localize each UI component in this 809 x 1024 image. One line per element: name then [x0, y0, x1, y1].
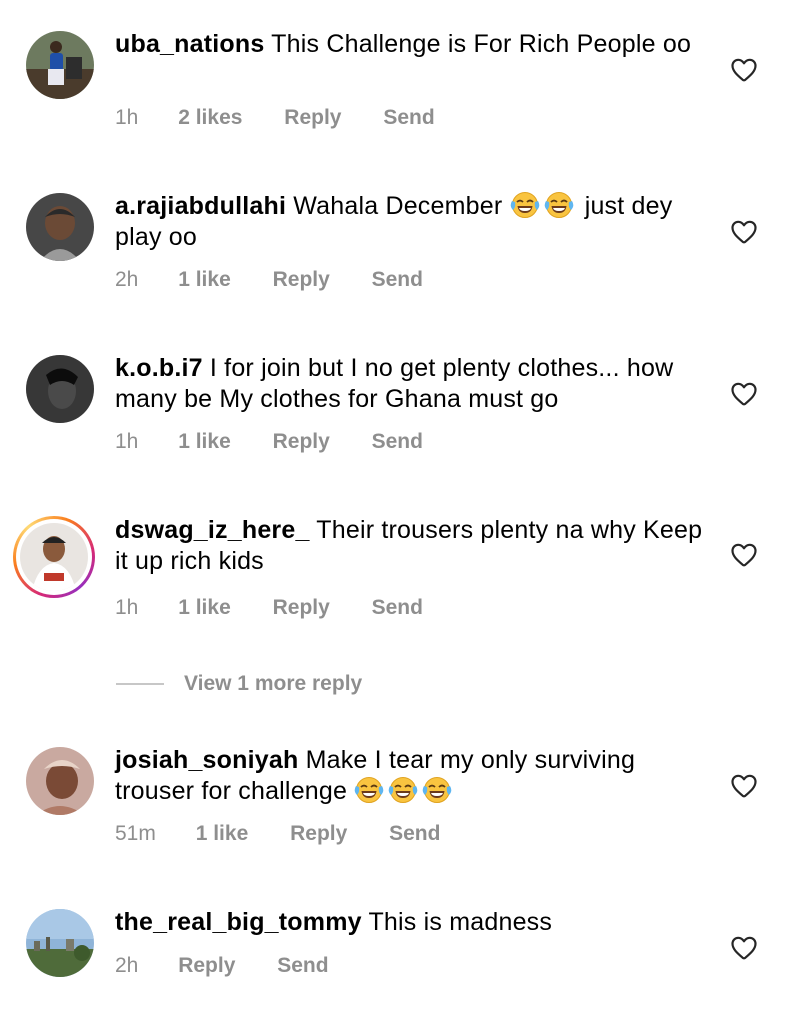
- avatar-with-story-ring[interactable]: [13, 516, 95, 598]
- comment-text: josiah_soniyah Make I tear my only survi…: [115, 745, 705, 807]
- comment-likes[interactable]: 1 like: [178, 268, 231, 291]
- heart-outline-icon[interactable]: [731, 774, 757, 798]
- comment-likes[interactable]: 1 like: [178, 430, 231, 453]
- avatar-image: [26, 31, 94, 99]
- avatar-image: [26, 355, 94, 423]
- comment-time: 1h: [115, 106, 139, 129]
- comment-text: uba_nations This Challenge is For Rich P…: [115, 29, 705, 60]
- send-button[interactable]: Send: [372, 430, 423, 453]
- comment-body-start: Wahala December: [293, 192, 503, 220]
- comment-time: 2h: [115, 954, 139, 977]
- reply-button[interactable]: Reply: [273, 430, 330, 453]
- reply-button[interactable]: Reply: [273, 268, 330, 291]
- avatar-image: [26, 747, 94, 815]
- laughing-emoji-icon: [510, 191, 540, 219]
- laughing-emoji-icon: [388, 776, 418, 804]
- comment-username[interactable]: josiah_soniyah: [115, 746, 298, 774]
- comment-meta: 1h 1 like Reply Send: [115, 430, 459, 454]
- avatar[interactable]: [26, 909, 94, 977]
- laughing-emoji-icon: [422, 776, 452, 804]
- reply-button[interactable]: Reply: [273, 596, 330, 619]
- send-button[interactable]: Send: [383, 106, 434, 129]
- comment-text: the_real_big_tommy This is madness: [115, 907, 705, 938]
- heart-outline-icon[interactable]: [731, 382, 757, 406]
- send-button[interactable]: Send: [277, 954, 328, 977]
- laughing-emoji-icon: [354, 776, 384, 804]
- view-more-divider: [116, 683, 164, 685]
- comment-username[interactable]: uba_nations: [115, 30, 264, 58]
- comment-username[interactable]: the_real_big_tommy: [115, 908, 362, 936]
- heart-outline-icon[interactable]: [731, 220, 757, 244]
- reply-button[interactable]: Reply: [284, 106, 341, 129]
- comment-meta: 51m 1 like Reply Send: [115, 822, 476, 846]
- avatar[interactable]: [26, 355, 94, 423]
- comment-meta: 2h Reply Send: [115, 954, 365, 978]
- comment-time: 2h: [115, 268, 139, 291]
- comment-username[interactable]: dswag_iz_here_: [115, 516, 310, 544]
- reply-button[interactable]: Reply: [290, 822, 347, 845]
- send-button[interactable]: Send: [389, 822, 440, 845]
- comment-time: 51m: [115, 822, 156, 845]
- heart-outline-icon[interactable]: [731, 936, 757, 960]
- comment-body: This is madness: [368, 908, 553, 936]
- avatar-image: [26, 193, 94, 261]
- avatar-image: [26, 909, 94, 977]
- comment-meta: 1h 1 like Reply Send: [115, 596, 459, 620]
- avatar[interactable]: [26, 747, 94, 815]
- send-button[interactable]: Send: [372, 268, 423, 291]
- avatar[interactable]: [26, 31, 94, 99]
- laughing-emoji-icon: [544, 191, 574, 219]
- comment-meta: 1h 2 likes Reply Send: [115, 106, 471, 130]
- comment-time: 1h: [115, 430, 139, 453]
- comment-text: dswag_iz_here_ Their trousers plenty na …: [115, 515, 705, 577]
- view-more-label: View 1 more reply: [184, 672, 363, 695]
- heart-outline-icon[interactable]: [731, 58, 757, 82]
- reply-button[interactable]: Reply: [178, 954, 235, 977]
- view-more-replies-button[interactable]: View 1 more reply: [116, 670, 362, 698]
- send-button[interactable]: Send: [372, 596, 423, 619]
- comment-time: 1h: [115, 596, 139, 619]
- comment-body: This Challenge is For Rich People oo: [271, 30, 692, 58]
- avatar[interactable]: [26, 193, 94, 261]
- comment-likes[interactable]: 1 like: [178, 596, 231, 619]
- comment-username[interactable]: k.o.b.i7: [115, 354, 203, 382]
- comment-username[interactable]: a.rajiabdullahi: [115, 192, 286, 220]
- comment-text: k.o.b.i7 I for join but I no get plenty …: [115, 353, 705, 415]
- comment-likes[interactable]: 2 likes: [178, 106, 242, 129]
- comment-text: a.rajiabdullahi Wahala December just dey…: [115, 191, 705, 253]
- heart-outline-icon[interactable]: [731, 543, 757, 567]
- avatar-image: [20, 523, 88, 591]
- comment-likes[interactable]: 1 like: [196, 822, 249, 845]
- comment-meta: 2h 1 like Reply Send: [115, 268, 459, 292]
